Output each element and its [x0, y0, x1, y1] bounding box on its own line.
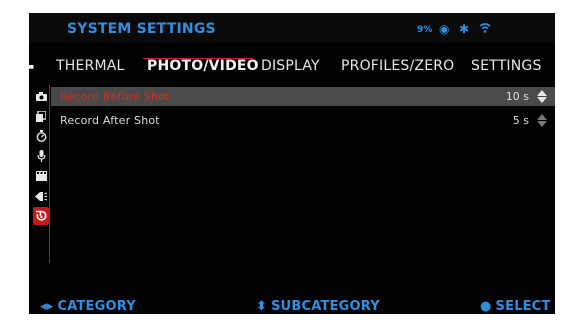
device-screen: SYSTEM SETTINGS 9% ◉ ✱ ⬅ THERMAL PHOTO/V…	[29, 13, 555, 314]
select-dot-icon: ●	[480, 299, 492, 314]
setting-value: 5 s	[512, 114, 529, 127]
left-right-arrows-icon: ◂▸	[40, 299, 54, 314]
tab-display[interactable]: DISPLAY	[261, 58, 320, 74]
film-icon[interactable]	[33, 167, 49, 185]
back-arrow-icon[interactable]: ⬅	[29, 57, 34, 76]
subcategory-sidebar	[33, 85, 50, 263]
tab-photo-video[interactable]: PHOTO/VIDEO	[147, 58, 259, 74]
wifi-icon	[479, 22, 491, 37]
stopwatch-icon[interactable]	[33, 127, 49, 145]
shot-record-icon[interactable]	[33, 207, 49, 225]
recoil-icon[interactable]	[33, 187, 49, 205]
category-tabs: ⬅ THERMAL PHOTO/VIDEO DISPLAY PROFILES/Z…	[29, 53, 555, 83]
microphone-icon[interactable]	[33, 147, 49, 165]
setting-row-record-before-shot[interactable]: Record Before Shot 10 s	[51, 87, 555, 106]
battery-indicator: 9%	[417, 25, 433, 35]
bluetooth-icon: ✱	[459, 22, 470, 36]
tab-thermal[interactable]: THERMAL	[56, 58, 125, 74]
setting-row-record-after-shot[interactable]: Record After Shot 5 s	[51, 111, 555, 130]
hint-category: ◂▸ CATEGORY	[40, 299, 136, 314]
hint-subcategory: ⬍ SUBCATEGORY	[256, 299, 380, 314]
hint-select: ● SELECT	[480, 299, 551, 314]
header-bar: SYSTEM SETTINGS 9% ◉ ✱	[29, 13, 555, 43]
tab-profiles-zero[interactable]: PROFILES/ZERO	[341, 58, 454, 74]
gallery-icon[interactable]	[33, 107, 49, 125]
value-spinner-icon[interactable]	[537, 89, 547, 104]
page-title: SYSTEM SETTINGS	[67, 21, 216, 37]
footer-hints: ◂▸ CATEGORY ⬍ SUBCATEGORY ● SELECT	[29, 299, 555, 314]
camera-icon[interactable]	[33, 87, 49, 105]
value-spinner-icon[interactable]	[537, 113, 547, 128]
up-down-arrows-icon: ⬍	[256, 299, 268, 314]
setting-label: Record After Shot	[60, 114, 160, 127]
setting-value: 10 s	[505, 90, 529, 103]
tab-settings[interactable]: SETTINGS	[471, 58, 542, 74]
setting-label: Record Before Shot	[60, 90, 170, 103]
record-icon: ◉	[439, 22, 450, 36]
